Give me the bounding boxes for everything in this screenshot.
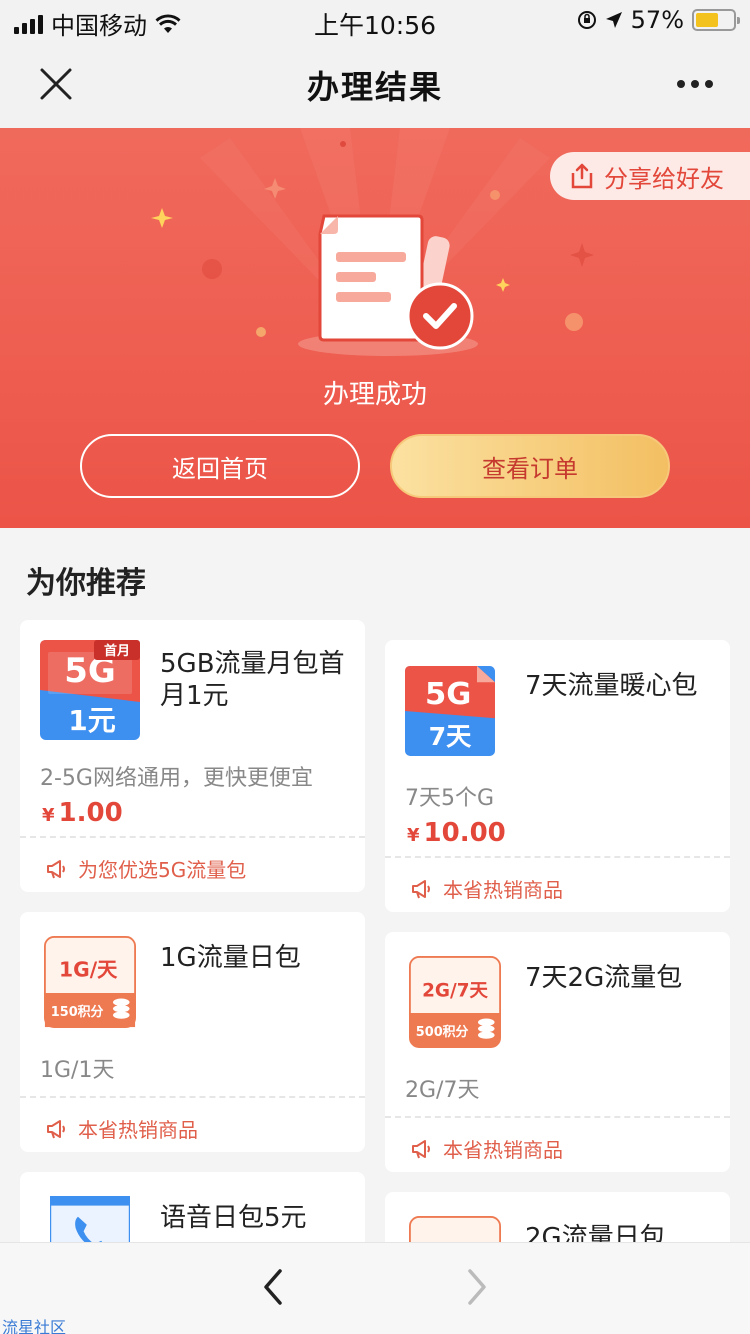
product-5g-thumbnail: 5G 1元 首月 [40, 640, 140, 740]
success-text: 办理成功 [322, 380, 427, 410]
product-tag: 本省热销商品 [411, 874, 563, 903]
product-desc: 2-5G网络通用，更快更便宜 [40, 766, 313, 791]
product-card[interactable]: 2G/7天 500积分 7天2G流量包 2G/7天 本省热销商品 [385, 932, 730, 1172]
rotation-lock-icon [577, 11, 596, 29]
share-label: 分享给好友 [604, 164, 724, 193]
forward-arrow-icon[interactable] [462, 1265, 492, 1309]
product-tag: 本省热销商品 [46, 1114, 198, 1143]
product-5g-thumbnail: 5G 7天 [405, 666, 495, 756]
product-tag: 本省热销商品 [411, 1134, 563, 1163]
back-home-button[interactable]: 返回首页 [80, 434, 360, 498]
thumb-top: 5G [425, 677, 471, 712]
thumb-bottom: 500积分 [416, 1024, 469, 1040]
share-button[interactable]: 分享给好友 [550, 152, 750, 200]
watermark-text: 流星社区 [2, 1318, 67, 1334]
product-desc: 1G/1天 [40, 1058, 115, 1083]
more-icon [677, 80, 685, 88]
location-icon [605, 12, 622, 28]
thumb-bottom: 7天 [429, 722, 473, 751]
page-title: 办理结果 [306, 68, 443, 106]
divider [385, 1116, 730, 1118]
thumb-bottom: 1元 [68, 704, 115, 737]
product-points-thumbnail: 2G/7天 500积分 [409, 956, 501, 1048]
megaphone-icon [47, 859, 65, 878]
product-name: 1G流量日包 [160, 943, 301, 973]
battery-percent: 57% [630, 6, 684, 34]
product-points-thumbnail: 1G/天 150积分 [44, 936, 136, 1028]
product-desc: 7天5个G [405, 786, 495, 811]
share-icon [571, 163, 593, 189]
product-price: ¥1.00 [42, 798, 123, 828]
status-bar: 中国移动 上午10:56 57% [0, 0, 750, 40]
view-order-button[interactable]: 查看订单 [390, 434, 670, 498]
product-name: 7天2G流量包 [525, 963, 683, 993]
thumb-badge: 首月 [104, 643, 130, 659]
thumb-bottom: 150积分 [51, 1004, 104, 1020]
product-name: 5GB流量月包首月1元 [160, 649, 345, 711]
thumb-top: 1G/天 [59, 957, 118, 981]
megaphone-icon [412, 879, 430, 898]
battery-icon [692, 9, 740, 31]
back-arrow-icon[interactable] [258, 1265, 288, 1309]
product-card[interactable]: 1G/天 150积分 1G流量日包 1G/1天 本省热销商品 [20, 912, 365, 1152]
result-banner: 分享给好友 办理成功 返回首页 查看订单 [0, 128, 750, 528]
divider [385, 856, 730, 858]
product-name: 7天流量暖心包 [525, 671, 698, 701]
nav-bar: 办理结果 [0, 40, 750, 128]
section-title: 为你推荐 [26, 566, 146, 601]
thumb-top: 2G/7天 [422, 980, 488, 1001]
product-card[interactable]: 5G 1元 首月 5GB流量月包首月1元 2-5G网络通用，更快更便宜 ¥1.0… [20, 620, 365, 892]
megaphone-icon [47, 1119, 65, 1138]
divider [20, 836, 365, 838]
megaphone-icon [412, 1139, 430, 1158]
document-check-icon [298, 214, 478, 356]
product-price: ¥10.00 [407, 818, 506, 848]
more-button[interactable] [670, 60, 720, 108]
divider [20, 1096, 365, 1098]
product-card[interactable]: 5G 7天 7天流量暖心包 7天5个G ¥10.00 本省热销商品 [385, 640, 730, 912]
product-name: 语音日包5元 [160, 1203, 307, 1233]
product-desc: 2G/7天 [405, 1078, 480, 1103]
product-tag: 为您优选5G流量包 [46, 854, 246, 883]
browser-toolbar [0, 1242, 750, 1334]
page: 中国移动 上午10:56 57% 办理结果 分享给好友 办理成功 返回首页 查看… [0, 0, 750, 1334]
